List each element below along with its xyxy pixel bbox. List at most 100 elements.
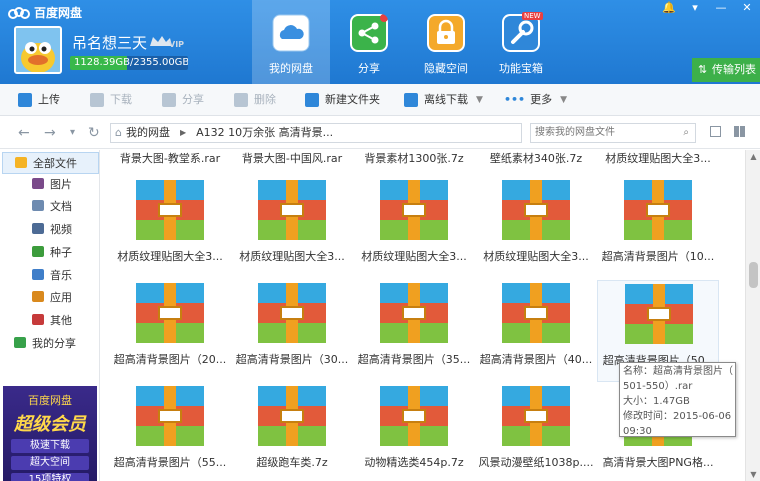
sidebar-item-all-files[interactable]: 全部文件	[2, 152, 99, 174]
breadcrumb: ⌂ 我的网盘 ▶ A132 10万余张 高清背景...	[110, 123, 522, 143]
promo-title: 百度网盘	[28, 394, 72, 407]
tooltip-modified-time: 09:30	[623, 426, 652, 437]
download-label: 下载	[110, 93, 132, 106]
rar-archive-icon	[258, 386, 326, 446]
file-name[interactable]: 背景大图-教堂系.rar	[109, 150, 231, 166]
rar-archive-icon	[136, 180, 204, 240]
search-icon[interactable]: ⌕	[683, 124, 689, 142]
breadcrumb-current[interactable]: A132 10万余张 高清背景...	[196, 124, 333, 142]
sidebar-item-label: 图片	[50, 178, 72, 191]
download-button[interactable]: 下载	[90, 84, 132, 116]
nav-my-netdisk[interactable]: 我的网盘	[252, 0, 330, 84]
back-arrow-icon[interactable]: ←	[18, 125, 30, 141]
username[interactable]: 吊名想三天	[72, 32, 147, 53]
notification-icon[interactable]: 🔔	[656, 0, 682, 16]
offline-download-icon	[404, 93, 418, 107]
file-item[interactable]: 超高清背景图片（20...	[109, 280, 231, 382]
chevron-down-icon: ▼	[476, 95, 483, 105]
file-item[interactable]: 超高清背景图片（55...	[109, 383, 231, 481]
storage-quota-text: 1128.39GB/2355.00GB	[74, 57, 188, 68]
search-input[interactable]: 搜索我的网盘文件 ⌕	[530, 123, 696, 143]
transfer-list-button[interactable]: ⇅ 传输列表	[692, 58, 760, 82]
file-item[interactable]: 动物精选类454p.7z	[353, 383, 475, 481]
file-item[interactable]: 超高清背景图片（10...	[597, 177, 719, 279]
more-label: 更多	[530, 93, 553, 106]
avatar[interactable]	[14, 26, 62, 74]
sidebar-item-other[interactable]: 其他	[0, 310, 72, 332]
lock-icon	[427, 14, 465, 52]
sidebar-item-my-shares[interactable]: 我的分享	[0, 333, 76, 355]
menu-dropdown-icon[interactable]: ▾	[682, 0, 708, 16]
app-icon	[32, 291, 44, 302]
document-icon	[32, 200, 44, 211]
vertical-scrollbar[interactable]: ▲ ▼	[745, 150, 760, 481]
vip-crown-icon[interactable]: VIP	[148, 34, 184, 50]
rar-archive-icon	[624, 180, 692, 240]
sidebar-item-apps[interactable]: 应用	[0, 287, 72, 309]
file-item[interactable]: 超高清背景图片（30...	[231, 280, 353, 382]
scroll-down-icon[interactable]: ▼	[746, 470, 760, 479]
file-item[interactable]: 风景动漫壁纸1038p....	[475, 383, 597, 481]
upload-button[interactable]: 上传	[18, 84, 60, 116]
more-button[interactable]: ••• 更多 ▼	[504, 84, 567, 116]
file-name: 超高清背景图片（35...	[357, 353, 471, 366]
file-item[interactable]: 超高清背景图片（35...	[353, 280, 475, 382]
sidebar-item-images[interactable]: 图片	[0, 174, 72, 196]
file-item[interactable]: 材质纹理贴图大全3...	[353, 177, 475, 279]
file-name: 材质纹理贴图大全3...	[361, 250, 467, 263]
new-folder-icon	[305, 93, 319, 107]
music-icon	[32, 269, 44, 280]
dropdown-icon[interactable]: ▾	[70, 127, 75, 138]
grid-view-icon[interactable]	[734, 126, 745, 137]
sidebar: 全部文件 图片 文档 视频 种子 音乐 应用 其他 我的分享 百度网盘 超级会员…	[0, 150, 100, 481]
breadcrumb-root[interactable]: 我的网盘	[126, 124, 170, 142]
nav-hidden-space[interactable]: 隐藏空间	[407, 0, 485, 84]
home-icon[interactable]: ⌂	[115, 124, 122, 142]
offline-download-label: 离线下载	[424, 93, 468, 106]
transfer-icon: ⇅	[698, 63, 708, 76]
file-name: 风景动漫壁纸1038p....	[478, 456, 594, 469]
promo-perk: 超大空间	[11, 456, 89, 470]
share-label: 分享	[182, 93, 204, 106]
rar-archive-icon	[380, 283, 448, 343]
list-view-icon[interactable]	[710, 126, 721, 137]
sidebar-item-documents[interactable]: 文档	[0, 196, 72, 218]
upload-label: 上传	[38, 93, 60, 106]
file-name[interactable]: 壁纸素材340张.7z	[475, 150, 597, 166]
chevron-down-icon: ▼	[560, 95, 568, 105]
refresh-icon[interactable]: ↻	[88, 125, 100, 141]
minimize-button[interactable]: —	[708, 0, 734, 16]
sidebar-item-videos[interactable]: 视频	[0, 219, 72, 241]
share-button[interactable]: 分享	[162, 84, 204, 116]
file-name[interactable]: 背景大图-中国风.rar	[231, 150, 353, 166]
file-name[interactable]: 材质纹理贴图大全3...	[597, 150, 719, 166]
bt-icon	[32, 246, 44, 257]
delete-button[interactable]: 删除	[234, 84, 276, 116]
new-folder-button[interactable]: 新建文件夹	[305, 84, 380, 116]
forward-arrow-icon[interactable]: →	[44, 125, 56, 141]
rar-archive-icon	[136, 386, 204, 446]
file-item[interactable]: 材质纹理贴图大全3...	[231, 177, 353, 279]
file-name: 超高清背景图片（55...	[113, 456, 227, 469]
nav-share[interactable]: 分享	[330, 0, 408, 84]
avatar-image	[16, 28, 60, 72]
rar-archive-icon	[258, 180, 326, 240]
new-badge: NEW	[522, 12, 543, 20]
scrollbar-thumb[interactable]	[749, 262, 758, 288]
sidebar-item-label: 我的分享	[32, 337, 76, 350]
file-item[interactable]: 材质纹理贴图大全3...	[475, 177, 597, 279]
nav-toolbox[interactable]: NEW 功能宝箱	[482, 0, 560, 84]
file-item[interactable]: 超级跑车类.7z	[231, 383, 353, 481]
sidebar-item-torrents[interactable]: 种子	[0, 242, 72, 264]
offline-download-button[interactable]: 离线下载 ▼	[404, 84, 483, 116]
file-item[interactable]: 超高清背景图片（40...	[475, 280, 597, 382]
file-name: 超高清背景图片（30...	[235, 353, 349, 366]
chevron-right-icon: ▶	[179, 128, 187, 137]
app-title: 百度网盘	[34, 6, 83, 20]
file-item[interactable]: 材质纹理贴图大全3...	[109, 177, 231, 279]
super-vip-promo[interactable]: 百度网盘 超级会员 极速下载 超大空间 15项特权	[3, 386, 97, 481]
file-name[interactable]: 背景素材1300张.7z	[353, 150, 475, 166]
sidebar-item-music[interactable]: 音乐	[0, 265, 72, 287]
scroll-up-icon[interactable]: ▲	[746, 152, 760, 161]
close-button[interactable]: ✕	[734, 0, 760, 16]
